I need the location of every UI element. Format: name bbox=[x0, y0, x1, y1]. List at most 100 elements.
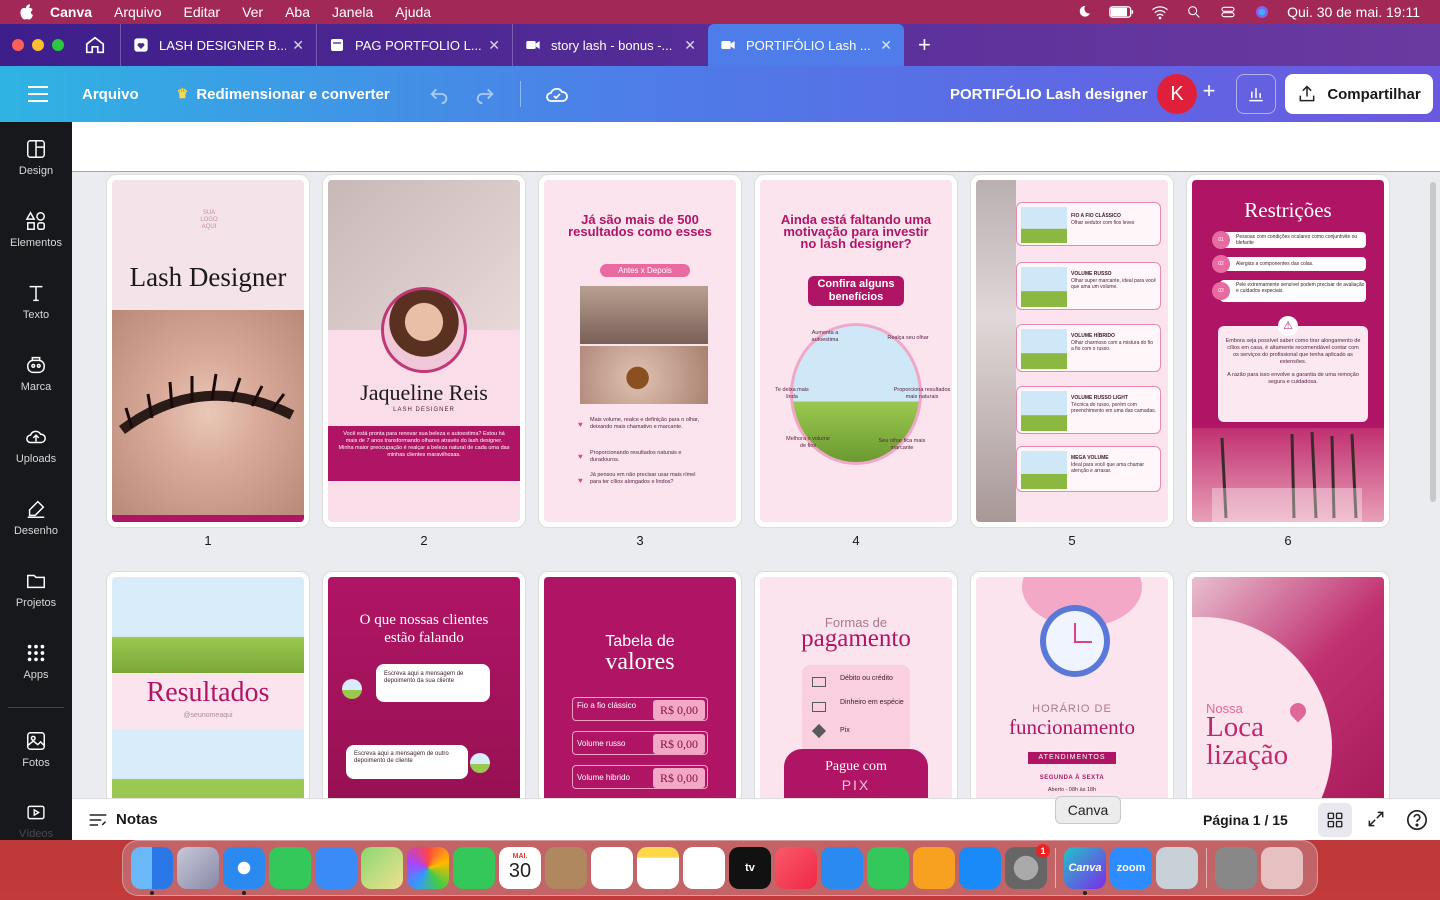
menu-aba[interactable]: Aba bbox=[285, 4, 310, 20]
sidebar-item-desenho[interactable]: Desenho bbox=[0, 498, 72, 558]
sidebar-item-uploads[interactable]: Uploads bbox=[0, 426, 72, 486]
home-icon[interactable] bbox=[84, 34, 106, 56]
notes-button[interactable]: Notas bbox=[88, 811, 158, 828]
service-card[interactable]: VOLUME RUSSO LIGHT Técnica do russo, por… bbox=[1016, 386, 1161, 434]
service-card[interactable]: VOLUME HÍBRIDO Olhar charmoso com a mist… bbox=[1016, 324, 1161, 372]
battery-icon[interactable] bbox=[1109, 4, 1135, 20]
tab-story-lash[interactable]: story lash - bonus -... ✕ bbox=[512, 24, 708, 66]
page-indicator[interactable]: Página 1 / 15 bbox=[1203, 812, 1288, 828]
slide-thumbnail-11[interactable]: HORÁRIO DE funcionamento ATENDIMENTOS SE… bbox=[976, 577, 1168, 798]
siri-icon[interactable] bbox=[1253, 4, 1271, 20]
sidebar-item-videos[interactable]: Vídeos bbox=[0, 802, 72, 840]
sidebar-item-apps[interactable]: Apps bbox=[0, 642, 72, 702]
zoom-icon[interactable]: zoom bbox=[1110, 847, 1152, 889]
close-window-button[interactable] bbox=[12, 39, 24, 51]
before-after-tag: Antes x Depois bbox=[600, 264, 690, 277]
mail-icon[interactable] bbox=[315, 847, 357, 889]
slide-thumbnail-7[interactable]: Resultados @seunomeaqui bbox=[112, 577, 304, 798]
app-store-icon[interactable] bbox=[959, 847, 1001, 889]
resize-button[interactable]: ♛ Redimensionar e converter bbox=[177, 86, 390, 103]
fullscreen-icon[interactable] bbox=[1366, 809, 1386, 829]
sidebar-item-marca[interactable]: Marca bbox=[0, 354, 72, 414]
preview-icon[interactable] bbox=[1156, 847, 1198, 889]
help-icon[interactable] bbox=[1406, 809, 1428, 831]
numbers-icon[interactable] bbox=[867, 847, 909, 889]
file-menu-button[interactable]: Arquivo bbox=[82, 86, 139, 103]
tab-portifolio-lash[interactable]: PORTIFÓLIO Lash ... ✕ bbox=[708, 24, 904, 66]
tab-pag-portfolio[interactable]: PAG PORTFOLIO L... ✕ bbox=[316, 24, 512, 66]
share-button[interactable]: Compartilhar bbox=[1285, 74, 1433, 114]
close-icon[interactable]: ✕ bbox=[684, 37, 696, 54]
launchpad-icon[interactable] bbox=[177, 847, 219, 889]
menu-ajuda[interactable]: Ajuda bbox=[395, 4, 431, 20]
menu-ver[interactable]: Ver bbox=[242, 4, 263, 20]
reminders-icon[interactable] bbox=[591, 847, 633, 889]
slide-thumbnail-10[interactable]: Formas de pagamento Débito ou crédito Di… bbox=[760, 577, 952, 798]
close-icon[interactable]: ✕ bbox=[488, 37, 500, 54]
maximize-window-button[interactable] bbox=[52, 39, 64, 51]
keynote-icon[interactable] bbox=[821, 847, 863, 889]
slide-thumbnail-5[interactable]: FIO A FIO CLÁSSICO Olhar sedutor com fio… bbox=[976, 180, 1168, 522]
canvas-top-strip bbox=[72, 122, 1440, 172]
video-icon bbox=[721, 41, 735, 49]
pages-icon[interactable] bbox=[913, 847, 955, 889]
hamburger-menu-icon[interactable] bbox=[26, 85, 50, 103]
facetime-icon[interactable] bbox=[453, 847, 495, 889]
new-tab-button[interactable]: + bbox=[918, 32, 931, 58]
finder-icon[interactable] bbox=[131, 847, 173, 895]
undo-icon[interactable] bbox=[428, 83, 450, 105]
contacts-icon[interactable] bbox=[545, 847, 587, 889]
service-card[interactable]: FIO A FIO CLÁSSICO Olhar sedutor com fio… bbox=[1016, 202, 1161, 246]
slide-thumbnail-3[interactable]: Já são mais de 500 resultados como esses… bbox=[544, 180, 736, 522]
menu-arquivo[interactable]: Arquivo bbox=[114, 4, 161, 20]
slide-thumbnail-8[interactable]: O que nossas clientes estão falando Escr… bbox=[328, 577, 520, 798]
apple-icon[interactable] bbox=[18, 3, 36, 21]
search-icon[interactable] bbox=[1185, 4, 1203, 20]
menu-editar[interactable]: Editar bbox=[184, 4, 221, 20]
slide-thumbnail-1[interactable]: SUA LOGO AQUI Lash Designer bbox=[112, 180, 304, 522]
close-icon[interactable]: ✕ bbox=[292, 37, 304, 54]
slide-thumbnail-4[interactable]: Ainda está faltando uma motivação para i… bbox=[760, 180, 952, 522]
trash-icon[interactable] bbox=[1261, 847, 1303, 889]
system-settings-icon[interactable]: 1 bbox=[1005, 844, 1050, 889]
vertical-scrollbar[interactable] bbox=[1430, 182, 1436, 502]
moon-icon[interactable] bbox=[1075, 4, 1093, 20]
tab-lash-designer[interactable]: LASH DESIGNER B... ✕ bbox=[120, 24, 316, 66]
maps-icon[interactable] bbox=[361, 847, 403, 889]
notes-app-icon[interactable] bbox=[637, 847, 679, 889]
menubar-datetime[interactable]: Qui. 30 de mai. 19:11 bbox=[1287, 4, 1420, 20]
sidebar-item-texto[interactable]: Texto bbox=[0, 282, 72, 342]
downloads-stack-icon[interactable] bbox=[1215, 847, 1257, 889]
redo-icon[interactable] bbox=[474, 83, 496, 105]
menu-app-name[interactable]: Canva bbox=[50, 4, 92, 20]
grid-view-button[interactable] bbox=[1318, 803, 1352, 837]
sidebar-item-fotos[interactable]: Fotos bbox=[0, 730, 72, 790]
music-icon[interactable] bbox=[775, 847, 817, 889]
slide-thumbnail-6[interactable]: Restrições Pessoas com condições oculare… bbox=[1192, 180, 1384, 522]
sidebar-item-design[interactable]: Design bbox=[0, 138, 72, 198]
insights-button[interactable] bbox=[1236, 74, 1276, 114]
slide-thumbnail-9[interactable]: Tabela de valores Fio a fio clássico R$ … bbox=[544, 577, 736, 798]
close-icon[interactable]: ✕ bbox=[880, 37, 892, 54]
service-card[interactable]: MEGA VOLUME Ideal para você que ama cham… bbox=[1016, 446, 1161, 492]
service-card[interactable]: VOLUME RUSSO Olhar super marcante, ideal… bbox=[1016, 262, 1161, 310]
canva-app-icon[interactable]: Canva bbox=[1064, 847, 1106, 895]
avatar[interactable]: K bbox=[1157, 74, 1197, 114]
calendar-icon[interactable]: MAI. 30 bbox=[499, 847, 541, 889]
menu-janela[interactable]: Janela bbox=[332, 4, 373, 20]
control-center-icon[interactable] bbox=[1219, 4, 1237, 20]
slide-thumbnail-2[interactable]: Jaqueline Reis LASH DESIGNER Você está p… bbox=[328, 180, 520, 522]
cloud-saved-icon[interactable] bbox=[545, 83, 569, 105]
sidebar-item-elementos[interactable]: Elementos bbox=[0, 210, 72, 270]
safari-icon[interactable] bbox=[223, 847, 265, 895]
document-title[interactable]: PORTIFÓLIO Lash designer bbox=[950, 86, 1148, 103]
photos-app-icon[interactable] bbox=[407, 847, 449, 889]
invite-plus-icon[interactable]: + bbox=[1198, 80, 1220, 102]
slide-thumbnail-12[interactable]: Nossa Loca lização bbox=[1192, 577, 1384, 798]
messages-icon[interactable] bbox=[269, 847, 311, 889]
wifi-icon[interactable] bbox=[1151, 4, 1169, 20]
sidebar-item-projetos[interactable]: Projetos bbox=[0, 570, 72, 630]
minimize-window-button[interactable] bbox=[32, 39, 44, 51]
apple-tv-icon[interactable]: tv bbox=[729, 847, 771, 889]
freeform-icon[interactable] bbox=[683, 847, 725, 889]
